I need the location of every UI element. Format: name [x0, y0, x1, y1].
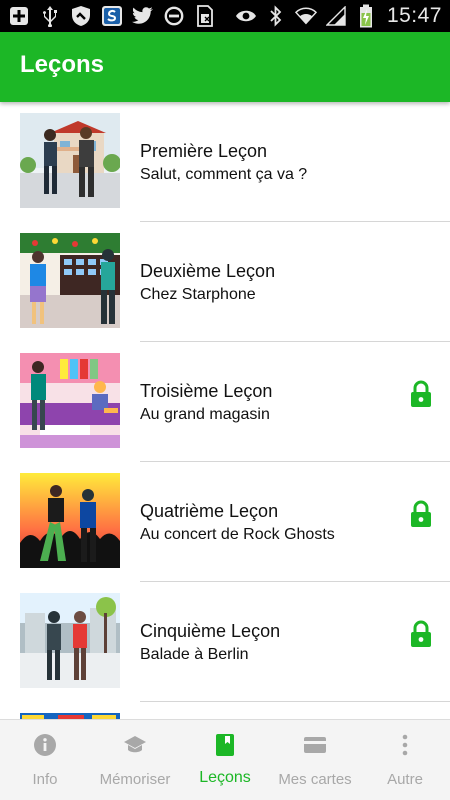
nav-autre[interactable]: Autre [360, 720, 450, 800]
lesson-title: Première Leçon [140, 141, 268, 161]
nav-label: Autre [387, 771, 423, 788]
plus-icon [8, 5, 30, 27]
lesson-title: Cinquième Leçon [140, 621, 281, 641]
lesson-thumbnail-1 [20, 113, 120, 208]
usb-icon [39, 5, 61, 27]
status-time: 15:47 [386, 4, 442, 27]
eye-icon [235, 5, 257, 27]
page-title: Leçons [20, 51, 105, 78]
lesson-title: Quatrième Leçon [140, 501, 279, 521]
nav-label: Mes cartes [278, 771, 352, 788]
lesson-row-3[interactable]: Troisième Leçon Au grand magasin [0, 342, 450, 462]
lesson-row-1[interactable]: Première Leçon Salut, comment ça va ? [0, 102, 450, 222]
battery-charging-icon [355, 4, 377, 28]
block-icon [163, 5, 185, 27]
lock-icon [409, 620, 433, 648]
nav-label: Mémoriser [99, 771, 171, 788]
lesson-subtitle: Au concert de Rock Ghosts [140, 526, 335, 543]
lesson-row-6[interactable] [0, 702, 450, 719]
status-bar: 15:47 [0, 0, 450, 32]
lesson-subtitle: Au grand magasin [140, 406, 270, 423]
nav-lecons[interactable]: Leçons [180, 720, 270, 800]
lesson-thumbnail-2 [20, 233, 120, 328]
nav-info[interactable]: Info [0, 720, 90, 800]
status-bar-notifications [8, 4, 216, 28]
lesson-row-2[interactable]: Deuxième Leçon Chez Starphone [0, 222, 450, 342]
twitter-icon [132, 5, 154, 27]
sim-icon [194, 5, 216, 27]
lesson-row-5[interactable]: Cinquième Leçon Balade à Berlin [0, 582, 450, 702]
bluetooth-icon [265, 5, 287, 27]
lesson-subtitle: Chez Starphone [140, 286, 256, 303]
app-bar: Leçons [0, 32, 450, 102]
status-bar-system: 15:47 [235, 4, 442, 28]
lesson-subtitle: Salut, comment ça va ? [140, 166, 308, 183]
lock-icon [409, 380, 433, 408]
lock-icon [409, 500, 433, 528]
graduation-cap-icon [123, 733, 147, 757]
more-vertical-icon [393, 733, 417, 757]
lesson-thumbnail-5 [20, 593, 120, 688]
nav-label: Info [32, 771, 58, 788]
shield-icon [70, 5, 92, 27]
book-icon [213, 733, 237, 757]
card-icon [303, 733, 327, 757]
signal-icon [325, 5, 347, 27]
wifi-icon [294, 5, 317, 27]
lesson-thumbnail-3 [20, 353, 120, 448]
lesson-list: Première Leçon Salut, comment ça va ? De… [0, 102, 450, 719]
screen: 15:47 Leçons Première Leçon Salut, comme… [0, 0, 450, 800]
nav-mes-cartes[interactable]: Mes cartes [270, 720, 360, 800]
app-icon [101, 5, 123, 27]
nav-memoriser[interactable]: Mémoriser [90, 720, 180, 800]
bottom-navigation: Info Mémoriser Leçons Mes cartes Autre [0, 719, 450, 800]
lesson-subtitle: Balade à Berlin [140, 646, 249, 663]
nav-label: Leçons [199, 769, 251, 786]
lesson-title: Deuxième Leçon [140, 261, 276, 281]
lesson-title: Troisième Leçon [140, 381, 273, 401]
info-icon [33, 733, 57, 757]
lesson-thumbnail-4 [20, 473, 120, 568]
lesson-row-4[interactable]: Quatrième Leçon Au concert de Rock Ghost… [0, 462, 450, 582]
